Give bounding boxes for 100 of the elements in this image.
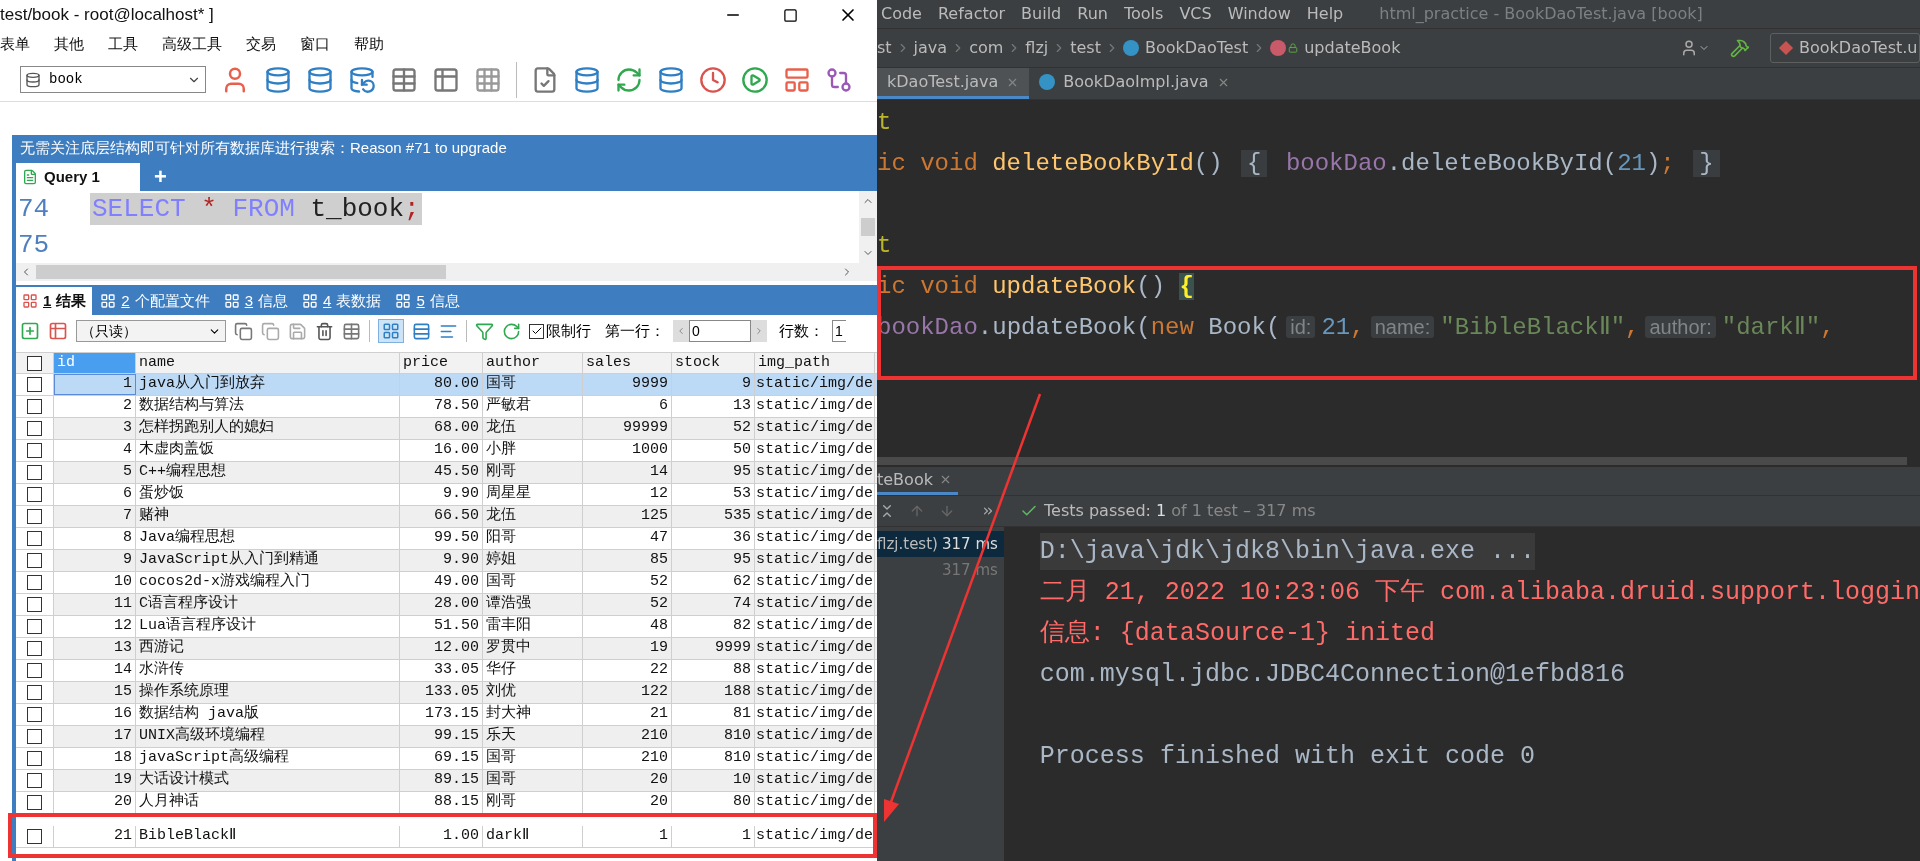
table-menu-icon[interactable] [48, 321, 68, 341]
refresh-icon[interactable] [502, 321, 521, 341]
row-checkbox[interactable] [27, 707, 42, 722]
editor-tab[interactable]: BookDaoImpl.java [1029, 68, 1240, 99]
clock-play-icon[interactable] [741, 65, 769, 94]
user-icon[interactable] [1680, 39, 1698, 57]
limit-rows-checkbox[interactable] [529, 323, 544, 339]
row-checkbox[interactable] [27, 685, 42, 700]
table-clear-icon[interactable] [342, 321, 361, 341]
vertical-scrollbar[interactable] [859, 191, 877, 263]
table-export-icon[interactable] [390, 65, 418, 94]
table-row[interactable]: 8 Java编程思想 99.50 阳哥 47 36 static/img/de [16, 528, 877, 550]
save-icon[interactable] [288, 321, 307, 341]
row-checkbox[interactable] [27, 487, 42, 502]
row-checkbox[interactable] [27, 421, 42, 436]
horizontal-scrollbar[interactable] [877, 457, 1907, 465]
table-row[interactable]: 9 JavaScript从入门到精通 9.90 婷姐 85 95 static/img/de [16, 550, 877, 572]
row-checkbox[interactable] [27, 619, 42, 634]
first-row-field[interactable]: 0 [689, 320, 751, 342]
table-key-icon[interactable] [474, 65, 502, 94]
filter-icon[interactable] [475, 321, 494, 341]
menu-item[interactable]: Tools [1123, 2, 1164, 26]
database-download-icon[interactable] [264, 65, 292, 94]
run-config-select[interactable]: BookDaoTest.u [1770, 33, 1920, 63]
paste-icon[interactable] [261, 321, 280, 341]
database-upload-icon[interactable] [306, 65, 334, 94]
menu-item[interactable]: 帮助 [354, 32, 384, 56]
compare-icon[interactable] [825, 65, 853, 94]
row-checkbox[interactable] [27, 729, 42, 744]
column-header[interactable]: sales [583, 353, 672, 373]
table-row[interactable]: 14 水浒传 33.05 华仔 22 88 static/img/de [16, 660, 877, 682]
column-header[interactable]: author [483, 353, 583, 373]
breadcrumb-item[interactable]: com [969, 36, 1004, 60]
menu-item[interactable]: 表单 [0, 32, 30, 56]
maximize-icon[interactable] [783, 7, 798, 23]
menu-item[interactable]: Code [881, 2, 922, 26]
editor-tab[interactable]: kDaoTest.java [877, 68, 1030, 99]
row-checkbox[interactable] [27, 531, 42, 546]
menu-item[interactable]: 工具 [108, 32, 138, 56]
row-checkbox[interactable] [27, 773, 42, 788]
table-row[interactable]: 2 数据结构与算法 78.50 严敏君 6 13 static/img/de [16, 396, 877, 418]
breadcrumb-item[interactable]: test [1070, 36, 1101, 60]
breadcrumb-item[interactable]: java [913, 36, 948, 60]
menu-item[interactable]: 其他 [54, 32, 84, 56]
table-row[interactable]: 6 蛋炒饭 9.90 周星星 12 53 static/img/de [16, 484, 877, 506]
refresh-icon[interactable] [615, 65, 643, 94]
add-record-icon[interactable] [20, 321, 40, 341]
query-tab[interactable]: Query 1 [16, 163, 140, 191]
column-header[interactable]: stock [672, 353, 755, 373]
table-layout-icon[interactable] [783, 65, 811, 94]
table-icon[interactable] [432, 65, 460, 94]
table-row[interactable]: 12 Lua语言程序设计 51.50 雷丰阳 48 82 static/img/de [16, 616, 877, 638]
row-checkbox[interactable] [27, 751, 42, 766]
breadcrumb-item[interactable]: updateBook [1304, 36, 1401, 60]
menu-item[interactable]: VCS [1179, 2, 1212, 26]
breadcrumb-item[interactable]: flzj [1025, 36, 1049, 60]
hammer-icon[interactable] [1730, 38, 1750, 58]
column-header[interactable]: name [136, 353, 400, 373]
row-checkbox[interactable] [27, 829, 42, 844]
table-row[interactable]: 19 大话设计模式 89.15 国哥 20 10 static/img/de [16, 770, 877, 792]
menu-item[interactable]: 窗口 [300, 32, 330, 56]
breadcrumb-item[interactable]: BookDaoTest [1144, 36, 1249, 60]
table-row[interactable]: 11 C语言程序设计 28.00 谭浩强 52 74 static/img/de [16, 594, 877, 616]
table-row[interactable]: 10 cocos2d-x游戏编程入门 49.00 国哥 52 62 static/img/de [16, 572, 877, 594]
row-checkbox[interactable] [27, 399, 42, 414]
row-count-field[interactable]: 1 [832, 320, 846, 342]
table-row[interactable]: 3 怎样拐跑别人的媳妇 68.00 龙伍 99999 52 static/img/de [16, 418, 877, 440]
result-tab[interactable]: 1 结果 [16, 287, 93, 315]
clock-icon[interactable] [699, 65, 727, 94]
column-header[interactable]: price [400, 353, 483, 373]
result-tab[interactable]: 3 信息 [217, 287, 295, 315]
database-add-icon[interactable] [657, 65, 685, 94]
result-tab[interactable]: 4 表数据 [296, 287, 388, 315]
row-checkbox[interactable] [27, 641, 42, 656]
column-header[interactable]: img_path [755, 353, 875, 373]
database-select[interactable]: book [20, 66, 206, 93]
horizontal-scrollbar[interactable] [16, 263, 877, 281]
table-row[interactable]: 17 UNIX高级环境编程 99.15 乐天 210 810 static/img/de [16, 726, 877, 748]
table-row[interactable]: 7 赌神 66.50 龙伍 125 535 static/img/de [16, 506, 877, 528]
row-checkbox[interactable] [27, 597, 42, 612]
mode-select[interactable]: （只读） [76, 320, 226, 342]
row-checkbox[interactable] [27, 575, 42, 590]
menu-item[interactable]: Refactor [937, 2, 1006, 26]
menu-item[interactable]: Build [1021, 2, 1062, 26]
add-tab-button[interactable]: + [148, 163, 173, 191]
select-all-checkbox[interactable] [27, 355, 42, 371]
menu-item[interactable]: Window [1227, 2, 1291, 26]
database-sync-icon[interactable] [573, 65, 601, 94]
row-checkbox[interactable] [27, 465, 42, 480]
more-icon[interactable] [981, 504, 995, 518]
scroll-thumb[interactable] [861, 218, 875, 236]
table-row[interactable]: 18 javaScript高级编程 69.15 国哥 210 810 static/img/de [16, 748, 877, 770]
row-checkbox[interactable] [27, 509, 42, 524]
form-view-icon[interactable] [412, 321, 431, 341]
table-row[interactable]: 16 数据结构 java版 173.15 封大神 21 81 static/img/de [16, 704, 877, 726]
menu-item[interactable]: Run [1077, 2, 1108, 26]
row-checkbox[interactable] [27, 663, 42, 678]
menu-item[interactable]: 交易 [246, 32, 276, 56]
menu-item[interactable]: 高级工具 [162, 32, 222, 56]
delete-icon[interactable] [315, 321, 334, 341]
